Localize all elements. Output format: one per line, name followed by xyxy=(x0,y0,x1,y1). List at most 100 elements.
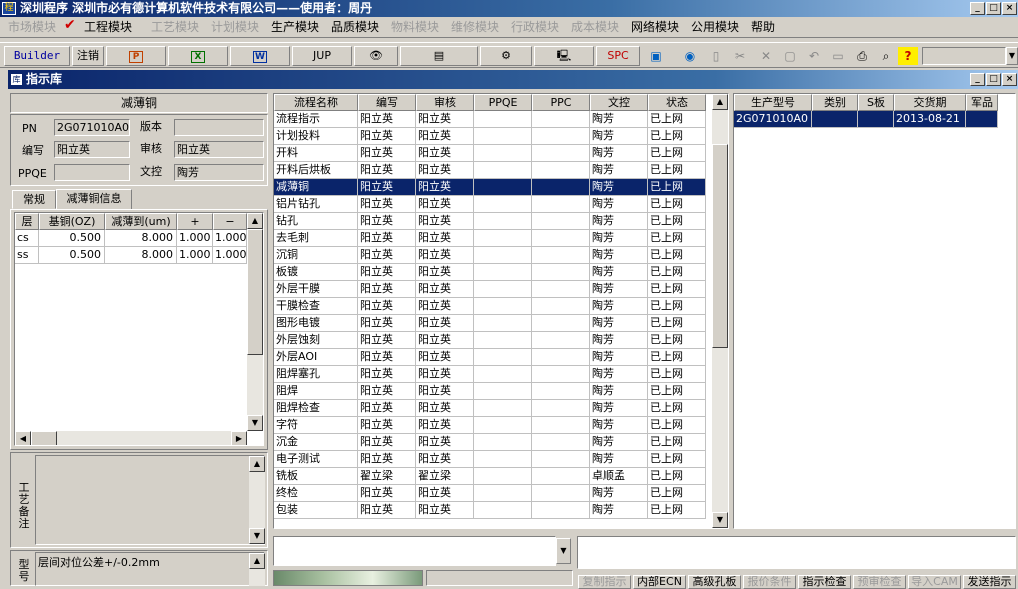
column-header[interactable]: 类别 xyxy=(812,94,858,111)
menu-planning[interactable]: 计划模块 xyxy=(211,20,259,35)
scroll-thumb[interactable] xyxy=(712,144,728,348)
computer-button[interactable]: 🖳 xyxy=(534,46,594,66)
process-notes-textarea[interactable] xyxy=(35,455,265,545)
scroll-up-icon[interactable]: ▲ xyxy=(249,456,265,472)
internal-ecn-button[interactable]: 内部ECN xyxy=(633,575,686,589)
model-notes-textarea[interactable]: 层间对位公差+/-0.2mm xyxy=(35,552,265,586)
column-header[interactable]: S板 xyxy=(858,94,894,111)
child-close-icon[interactable]: × xyxy=(1002,73,1017,86)
toolbar-dropdown[interactable] xyxy=(922,47,1006,65)
advanced-hole-board-button[interactable]: 高级孔板 xyxy=(688,575,741,589)
delete-icon[interactable]: ✕ xyxy=(756,47,776,65)
column-header[interactable]: 减薄到(um) xyxy=(105,213,177,230)
minimize-icon[interactable]: _ xyxy=(970,2,985,15)
print-icon[interactable]: ⎙ xyxy=(852,47,872,65)
chevron-down-icon[interactable]: ▼ xyxy=(556,538,571,564)
cut-icon[interactable]: ✂ xyxy=(730,47,750,65)
column-header[interactable]: PPQE xyxy=(474,94,532,111)
doc-control-field[interactable]: 陶芳 xyxy=(174,164,264,181)
process-notes-vscroll[interactable]: ▲ ▼ xyxy=(249,456,265,544)
network-button[interactable]: ⚙ xyxy=(480,46,532,66)
menu-maintenance[interactable]: 维修模块 xyxy=(451,20,499,35)
builder-button[interactable]: Builder xyxy=(4,46,70,66)
new-icon[interactable]: ▯ xyxy=(706,47,726,65)
spc-button[interactable]: SPC xyxy=(596,46,640,66)
column-header[interactable]: + xyxy=(177,213,213,230)
globe-icon[interactable]: ◉ xyxy=(680,47,700,65)
jup-button[interactable]: JUP xyxy=(292,46,352,66)
column-header[interactable]: 状态 xyxy=(648,94,706,111)
menu-network[interactable]: 网络模块 xyxy=(631,20,679,35)
tab-thin-copper-info[interactable]: 减薄铜信息 xyxy=(56,189,132,210)
instruction-check-button[interactable]: 指示检查 xyxy=(798,575,851,589)
report-icon[interactable]: ▣ xyxy=(646,47,666,65)
column-header[interactable]: 文控 xyxy=(590,94,648,111)
child-minimize-icon[interactable]: _ xyxy=(970,73,985,86)
logout-button[interactable]: 注销 xyxy=(72,46,104,66)
menu-production[interactable]: 生产模块 xyxy=(271,20,319,35)
table-cell: 铣板 xyxy=(274,468,358,485)
close-icon[interactable]: × xyxy=(1002,2,1017,15)
maximize-icon[interactable]: □ xyxy=(986,2,1001,15)
column-header[interactable]: PPC xyxy=(532,94,590,111)
scroll-down-icon[interactable]: ▼ xyxy=(712,512,728,528)
column-header[interactable]: 编写 xyxy=(358,94,416,111)
menu-market[interactable]: 市场模块 xyxy=(8,20,56,35)
send-instruction-button[interactable]: 发送指示 xyxy=(963,575,1016,589)
bottom-right-textbox[interactable] xyxy=(577,536,1016,569)
scroll-down-icon[interactable]: ▼ xyxy=(249,528,265,544)
model-notes-vscroll[interactable]: ▲ xyxy=(249,553,265,586)
find-icon[interactable]: ⌕ xyxy=(876,47,896,65)
table-cell: 阳立英 xyxy=(416,417,474,434)
column-header[interactable]: 生产型号 xyxy=(734,94,812,111)
preview-icon[interactable]: ▭ xyxy=(828,47,848,65)
scroll-up-icon[interactable]: ▲ xyxy=(712,94,728,110)
database-button[interactable]: ▤ xyxy=(400,46,478,66)
scroll-up-icon[interactable]: ▲ xyxy=(247,213,263,229)
scroll-thumb[interactable] xyxy=(31,431,57,445)
bottom-left-combo[interactable] xyxy=(273,536,556,566)
chevron-down-icon[interactable]: ▼ xyxy=(1006,47,1018,65)
menu-material[interactable]: 物料模块 xyxy=(391,20,439,35)
scroll-thumb[interactable] xyxy=(247,229,263,355)
powerpoint-button[interactable]: P xyxy=(106,46,166,66)
excel-button[interactable]: X xyxy=(168,46,228,66)
scroll-right-icon[interactable]: ▶ xyxy=(231,431,247,445)
import-cam-button[interactable]: 导入CAM xyxy=(908,575,961,589)
version-field[interactable] xyxy=(174,119,264,136)
pre-review-check-button[interactable]: 预审检查 xyxy=(853,575,906,589)
menu-process[interactable]: 工艺模块 xyxy=(151,20,199,35)
tab-general[interactable]: 常规 xyxy=(12,190,56,209)
word-button[interactable]: W xyxy=(230,46,290,66)
column-header[interactable]: − xyxy=(213,213,247,230)
pn-field[interactable]: 2G071010A0 xyxy=(54,119,130,136)
review-field[interactable]: 阳立英 xyxy=(174,141,264,158)
menu-help[interactable]: 帮助 xyxy=(751,20,775,35)
menu-common[interactable]: 公用模块 xyxy=(691,20,739,35)
menu-cost[interactable]: 成本模块 xyxy=(571,20,619,35)
scroll-down-icon[interactable]: ▼ xyxy=(247,415,263,431)
column-header[interactable]: 审核 xyxy=(416,94,474,111)
left-grid-vscroll[interactable]: ▲ ▼ xyxy=(247,213,263,431)
help-icon[interactable]: ? xyxy=(898,47,918,65)
view-button[interactable]: 👁 xyxy=(354,46,398,66)
save-icon[interactable]: ▢ xyxy=(780,47,800,65)
quote-condition-button[interactable]: 报价条件 xyxy=(743,575,796,589)
flow-grid-vscroll[interactable]: ▲ ▼ xyxy=(712,94,728,528)
column-header[interactable]: 基铜(OZ) xyxy=(39,213,105,230)
undo-icon[interactable]: ↶ xyxy=(804,47,824,65)
scroll-up-icon[interactable]: ▲ xyxy=(249,553,265,569)
column-header[interactable]: 军品 xyxy=(966,94,998,111)
menu-admin[interactable]: 行政模块 xyxy=(511,20,559,35)
left-grid-hscroll[interactable]: ◀ ▶ xyxy=(15,431,247,445)
menu-quality[interactable]: 品质模块 xyxy=(331,20,379,35)
copy-instruction-button[interactable]: 复制指示 xyxy=(578,575,631,589)
ppqe-field[interactable] xyxy=(54,164,130,181)
menu-engineering[interactable]: 工程模块 xyxy=(84,20,132,35)
child-maximize-icon[interactable]: □ xyxy=(986,73,1001,86)
column-header[interactable]: 交货期 xyxy=(894,94,966,111)
author-field[interactable]: 阳立英 xyxy=(54,141,130,158)
column-header[interactable]: 流程名称 xyxy=(274,94,358,111)
column-header[interactable]: 层 xyxy=(15,213,39,230)
scroll-left-icon[interactable]: ◀ xyxy=(15,431,31,445)
